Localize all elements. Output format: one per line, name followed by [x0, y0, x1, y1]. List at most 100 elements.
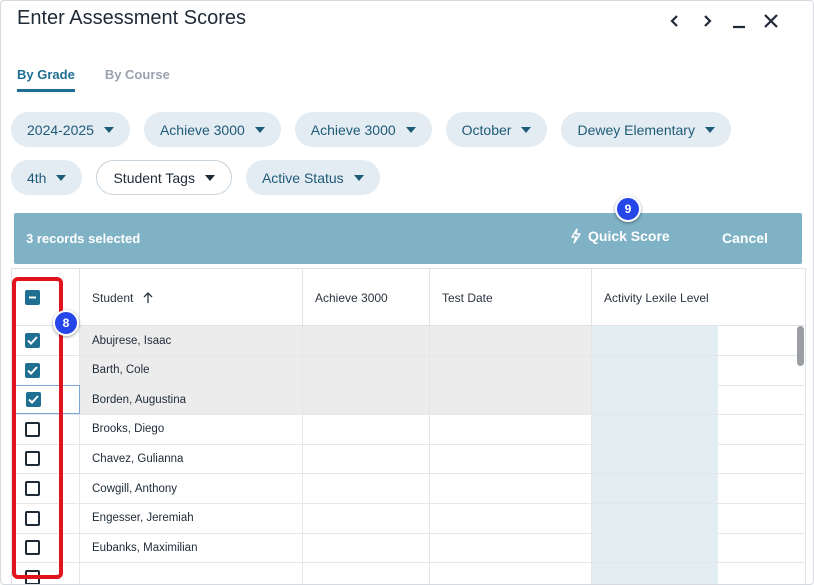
student-name-cell: Barth, Cole — [80, 355, 303, 385]
table-row[interactable]: Engesser, Jeremiah — [12, 503, 805, 534]
close-button[interactable] — [755, 7, 787, 35]
period-filter[interactable]: October — [445, 112, 548, 147]
tab-by-course[interactable]: By Course — [105, 67, 170, 92]
table-row[interactable]: Chavez, Gulianna — [12, 444, 805, 475]
achieve-column-header[interactable]: Achieve 3000 — [303, 269, 430, 326]
lexile-level-cell[interactable] — [592, 533, 718, 563]
test-date-cell[interactable] — [430, 562, 592, 584]
lexile-level-cell[interactable] — [592, 414, 718, 444]
prev-button[interactable] — [659, 7, 691, 35]
row-checkbox[interactable] — [25, 569, 40, 584]
achieve-score-cell[interactable] — [303, 385, 430, 415]
lexile-level-cell[interactable] — [592, 355, 718, 385]
chevron-right-icon — [704, 15, 712, 27]
filter-row-2: 4th Student Tags Active Status — [11, 160, 380, 195]
row-checkbox-cell — [12, 533, 80, 563]
student-name-cell: Abujrese, Isaac — [80, 326, 303, 355]
table-row[interactable] — [12, 562, 805, 584]
achieve-score-cell[interactable] — [303, 474, 430, 503]
lexile-level-cell[interactable] — [592, 444, 718, 474]
arrow-up-icon — [143, 291, 153, 303]
test-date-cell[interactable] — [430, 444, 592, 474]
table-row[interactable]: Barth, Cole — [12, 355, 805, 386]
achieve-score-cell[interactable] — [303, 503, 430, 533]
row-checkbox[interactable] — [25, 362, 40, 378]
test-date-cell[interactable] — [430, 326, 592, 355]
year-filter-label: 2024-2025 — [27, 121, 94, 138]
school-filter-label: Dewey Elementary — [577, 121, 695, 138]
caret-down-icon — [521, 126, 532, 133]
student-name-cell: Chavez, Gulianna — [80, 444, 303, 474]
lexile-level-cell[interactable] — [592, 474, 718, 503]
lexile-level-cell[interactable] — [592, 385, 718, 415]
grade-filter[interactable]: 4th — [11, 160, 83, 195]
row-checkbox[interactable] — [25, 481, 40, 496]
school-filter[interactable]: Dewey Elementary — [561, 112, 731, 147]
table-row[interactable]: Brooks, Diego — [12, 414, 805, 445]
student-name-cell: Cowgill, Anthony — [80, 474, 303, 503]
scores-table: Student Achieve 3000 Test Date Activity … — [11, 268, 806, 584]
test-date-cell[interactable] — [430, 503, 592, 533]
table-scrollbar[interactable] — [797, 326, 804, 366]
selection-action-bar: 3 records selected Quick Score Cancel — [14, 213, 802, 264]
test-date-cell[interactable] — [430, 355, 592, 385]
achieve-score-cell[interactable] — [303, 355, 430, 385]
student-name-cell: Brooks, Diego — [80, 414, 303, 444]
chevron-left-icon — [670, 15, 678, 27]
row-checkbox[interactable] — [26, 392, 41, 408]
test-date-cell[interactable] — [430, 533, 592, 563]
student-name-cell: Engesser, Jeremiah — [80, 503, 303, 533]
test-date-cell[interactable] — [430, 414, 592, 444]
student-column-header[interactable]: Student — [80, 269, 303, 326]
tab-by-grade[interactable]: By Grade — [17, 67, 75, 92]
caret-down-icon — [254, 126, 265, 133]
grade-filter-label: 4th — [27, 169, 47, 186]
quick-score-button[interactable]: Quick Score — [570, 228, 670, 244]
row-checkbox-cell — [12, 474, 80, 503]
test-date-cell[interactable] — [430, 474, 592, 503]
test-date-cell[interactable] — [430, 385, 592, 415]
select-all-checkbox[interactable] — [25, 290, 40, 305]
minimize-button[interactable] — [723, 7, 755, 35]
year-filter[interactable]: 2024-2025 — [11, 112, 130, 147]
achieve-score-cell[interactable] — [303, 533, 430, 563]
selected-count: 3 records selected — [26, 231, 141, 246]
cancel-button[interactable]: Cancel — [722, 230, 768, 246]
active-status-filter[interactable]: Active Status — [245, 160, 380, 195]
period-filter-label: October — [461, 121, 512, 138]
table-row[interactable]: Cowgill, Anthony — [12, 474, 805, 504]
row-checkbox-cell — [12, 355, 80, 385]
row-checkbox-cell — [12, 385, 80, 415]
row-checkbox[interactable] — [25, 540, 40, 556]
caret-down-icon — [204, 174, 215, 181]
caret-down-icon — [405, 126, 416, 133]
student-tags-filter[interactable]: Student Tags — [96, 160, 232, 195]
achieve-score-cell[interactable] — [303, 326, 430, 355]
achieve-score-cell[interactable] — [303, 444, 430, 474]
row-checkbox[interactable] — [25, 510, 40, 526]
active-status-filter-label: Active Status — [261, 169, 344, 186]
row-checkbox[interactable] — [25, 421, 40, 437]
checkmark-icon — [27, 336, 38, 345]
table-row[interactable]: Eubanks, Maximilian — [12, 533, 805, 564]
window-title: Enter Assessment Scores — [17, 7, 246, 29]
lexile-column-header[interactable]: Activity Lexile Level — [592, 269, 805, 326]
checkmark-icon — [28, 395, 39, 405]
row-checkbox[interactable] — [25, 451, 40, 467]
achieve-score-cell[interactable] — [303, 414, 430, 444]
lexile-level-cell[interactable] — [592, 562, 718, 584]
caret-down-icon — [704, 126, 715, 133]
lightning-icon — [571, 228, 581, 244]
assessment-window: Enter Assessment Scores By Grade By Cour… — [0, 0, 814, 585]
next-button[interactable] — [691, 7, 723, 35]
table-row[interactable]: Abujrese, Isaac — [12, 326, 805, 356]
assessment-filter[interactable]: Achieve 3000 — [143, 112, 281, 147]
achieve-score-cell[interactable] — [303, 562, 430, 584]
table-row[interactable]: Borden, Augustina — [12, 385, 805, 416]
test-filter[interactable]: Achieve 3000 — [294, 112, 432, 147]
lexile-level-cell[interactable] — [592, 326, 718, 355]
lexile-level-cell[interactable] — [592, 503, 718, 533]
row-checkbox[interactable] — [25, 333, 40, 348]
test-date-column-header[interactable]: Test Date — [430, 269, 592, 326]
caret-down-icon — [103, 126, 114, 133]
